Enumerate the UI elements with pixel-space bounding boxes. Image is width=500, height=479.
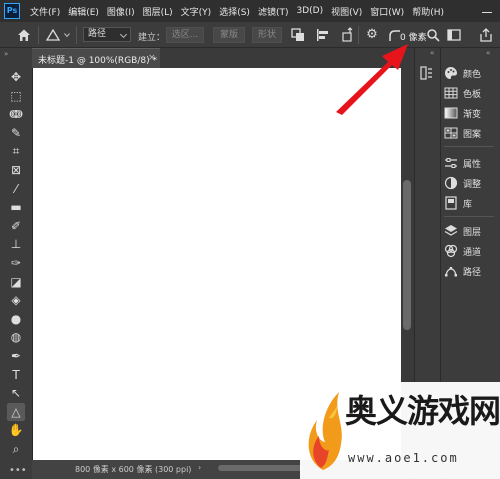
- divider: [76, 26, 77, 44]
- panel-properties[interactable]: 属性: [444, 154, 496, 172]
- pen-tool[interactable]: ✒: [7, 347, 25, 365]
- panel-label: 渐变: [463, 109, 482, 120]
- channels-icon: [444, 244, 458, 258]
- search-icon[interactable]: [425, 27, 441, 43]
- menu-help[interactable]: 帮助(H): [412, 5, 444, 18]
- watermark-flame-logo: [308, 392, 342, 470]
- more-tools-icon[interactable]: •••: [9, 465, 27, 476]
- panel-channels[interactable]: 通道: [444, 242, 496, 260]
- menu-select[interactable]: 选择(S): [219, 5, 250, 18]
- properties-icon: [444, 156, 458, 170]
- panel-label: 属性: [463, 159, 482, 170]
- history-panel-icon[interactable]: [420, 66, 434, 80]
- brush-tool[interactable]: ✐: [7, 217, 25, 235]
- panel-paths[interactable]: 路径: [444, 262, 496, 280]
- photoshop-logo-icon: Ps: [4, 3, 20, 19]
- panel-color[interactable]: 颜色: [444, 64, 496, 82]
- lasso-tool[interactable]: ↈ: [7, 105, 25, 123]
- adjustments-icon: [444, 176, 458, 190]
- blur-tool[interactable]: ●: [7, 310, 25, 328]
- type-tool[interactable]: T: [7, 366, 25, 384]
- history-brush-tool[interactable]: ✑: [7, 254, 25, 272]
- make-mask-button[interactable]: 蒙版: [213, 27, 245, 43]
- menu-bar: Ps 文件(F) 编辑(E) 图像(I) 图层(L) 文字(Y) 选择(S) 滤…: [0, 0, 500, 22]
- patterns-icon: [444, 126, 458, 140]
- chevron-down-icon[interactable]: [64, 32, 70, 38]
- gradients-icon: [444, 106, 458, 120]
- frame-tool[interactable]: ⊠: [7, 161, 25, 179]
- vertical-scrollbar-thumb[interactable]: [403, 180, 411, 330]
- panel-patterns[interactable]: 图案: [444, 124, 496, 142]
- eraser-tool[interactable]: ◪: [7, 273, 25, 291]
- zoom-tool[interactable]: ⌕: [7, 440, 25, 458]
- tool-mode-select[interactable]: 路径: [83, 27, 131, 42]
- horizontal-scrollbar-thumb[interactable]: [218, 465, 303, 471]
- dodge-tool[interactable]: ◍: [7, 328, 25, 346]
- move-tool[interactable]: ✥: [7, 68, 25, 86]
- document-tab[interactable]: 未标题-1 @ 100%(RGB/8) * ×: [32, 48, 160, 68]
- panel-layers[interactable]: 图层: [444, 222, 496, 240]
- clone-stamp-tool[interactable]: ⊥: [7, 235, 25, 253]
- expand-panels-icon[interactable]: «: [486, 49, 490, 57]
- divider: [38, 26, 39, 44]
- document-tab-title: 未标题-1 @ 100%(RGB/8) *: [38, 56, 157, 66]
- make-shape-button[interactable]: 形状: [252, 27, 282, 43]
- quick-select-tool[interactable]: ✎: [7, 124, 25, 142]
- panel-label: 颜色: [463, 69, 482, 80]
- menu-window[interactable]: 窗口(W): [370, 5, 404, 18]
- path-alignment-icon[interactable]: [315, 27, 331, 43]
- marquee-tool[interactable]: ⬚: [7, 87, 25, 105]
- minimize-window-icon[interactable]: [480, 4, 494, 18]
- hand-tool[interactable]: ✋: [7, 421, 25, 439]
- menu-layer[interactable]: 图层(L): [143, 5, 173, 18]
- menu-file[interactable]: 文件(F): [30, 5, 60, 18]
- close-icon[interactable]: ×: [148, 53, 156, 63]
- make-label: 建立：: [138, 33, 166, 43]
- panel-group-divider: [444, 216, 494, 217]
- panel-gradients[interactable]: 渐变: [444, 104, 496, 122]
- panel-group-divider: [444, 146, 494, 147]
- menu-3d[interactable]: 3D(D): [296, 6, 323, 16]
- panel-label: 图案: [463, 129, 482, 140]
- home-icon[interactable]: [16, 27, 32, 43]
- path-select-tool[interactable]: ↖: [7, 384, 25, 402]
- document-size-status: 800 像素 x 600 像素 (300 ppi): [75, 465, 192, 474]
- share-icon[interactable]: [478, 27, 494, 43]
- healing-brush-tool[interactable]: ▬: [7, 198, 25, 216]
- menu-view[interactable]: 视图(V): [331, 5, 362, 18]
- panel-libraries[interactable]: 库: [444, 194, 496, 212]
- workspace-icon[interactable]: [446, 27, 462, 43]
- eyedropper-tool[interactable]: ⁄: [7, 180, 25, 198]
- panel-label: 色板: [463, 89, 482, 100]
- panel-label: 路径: [463, 267, 482, 278]
- libraries-icon: [444, 196, 458, 210]
- menu-filter[interactable]: 滤镜(T): [258, 5, 289, 18]
- layers-icon: [444, 224, 458, 238]
- menu-type[interactable]: 文字(Y): [181, 5, 212, 18]
- expand-toolbar-icon[interactable]: »: [4, 50, 8, 58]
- panel-label: 通道: [463, 247, 482, 258]
- make-selection-button[interactable]: 选区...: [166, 27, 204, 43]
- crop-tool[interactable]: ⌗: [7, 142, 25, 160]
- menu-edit[interactable]: 编辑(E): [68, 5, 99, 18]
- paint-bucket-tool[interactable]: ◈: [7, 291, 25, 309]
- triangle-tool-preset-icon[interactable]: [46, 29, 60, 41]
- expand-dock-icon[interactable]: «: [430, 49, 434, 57]
- menu-image[interactable]: 图像(I): [107, 5, 135, 18]
- panel-swatches[interactable]: 色板: [444, 84, 496, 102]
- options-bar: 路径 建立： 选区... 蒙版 形状 ⚙ 0 像素: [0, 22, 500, 48]
- swatches-icon: [444, 86, 458, 100]
- color-icon: [444, 66, 458, 80]
- panel-label: 调整: [463, 179, 482, 190]
- chevron-right-icon[interactable]: ›: [198, 463, 201, 472]
- watermark-url: www.aoe1.com: [348, 451, 459, 465]
- panel-label: 图层: [463, 227, 482, 238]
- shape-tool[interactable]: △: [7, 402, 25, 421]
- panel-adjustments[interactable]: 调整: [444, 174, 496, 192]
- watermark-title: 奥义游戏网: [345, 392, 500, 430]
- paths-icon: [444, 264, 458, 278]
- path-operations-icon[interactable]: [290, 27, 306, 43]
- annotation-arrow: [336, 44, 408, 115]
- panel-label: 库: [463, 199, 473, 210]
